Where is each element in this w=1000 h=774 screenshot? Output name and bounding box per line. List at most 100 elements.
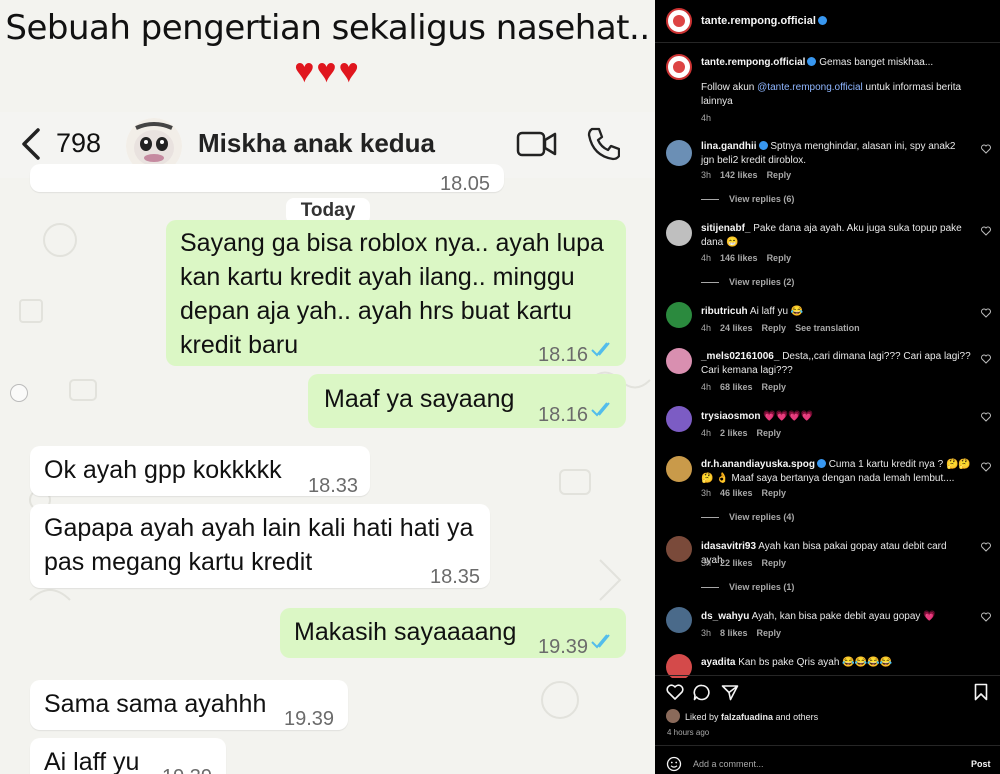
reply-button[interactable]: Reply [762,323,787,333]
comment-username[interactable]: ds_wahyu [701,611,749,622]
commenter-avatar[interactable] [666,654,692,680]
comment-meta: 4h 2 likes Reply [701,428,790,438]
age: 4h [701,382,712,392]
liked-by-user[interactable]: falzafuadina [721,712,773,722]
author-avatar[interactable] [666,54,692,80]
likes-count[interactable]: 8 likes [720,628,748,638]
comment-body: Kan bs pake Qris ayah 😂😂😂😂 [738,657,892,668]
view-replies-button[interactable]: View replies (4) [701,512,794,522]
comment-username[interactable]: lina.gandhii [701,141,757,152]
author-avatar[interactable] [666,8,692,34]
caption-username[interactable]: tante.rempong.official [701,57,805,68]
author-username[interactable]: tante.rempong.official [701,15,816,27]
message-time: 19.39 [162,760,212,774]
commenter-avatar[interactable] [666,220,692,246]
comment-username[interactable]: ayadita [701,657,735,668]
post-age: 4 hours ago [667,728,710,737]
reply-button[interactable]: Reply [762,488,787,498]
liked-by-others[interactable]: and others [773,712,819,722]
like-icon[interactable] [666,684,684,700]
commenter-avatar[interactable] [666,140,692,166]
comment-meta: 4h 146 likes Reply [701,253,800,263]
emoji-icon[interactable] [666,756,682,772]
like-heart-icon[interactable] [981,612,991,622]
comment-username[interactable]: _mels02161006_ [701,351,779,362]
likes-count[interactable]: 24 likes [720,323,753,333]
contact-name[interactable]: Miskha anak kedua [198,128,435,159]
commenter-avatar[interactable] [666,607,692,633]
view-replies-button[interactable]: View replies (6) [701,194,794,204]
likes-count[interactable]: 2 likes [720,428,748,438]
share-icon[interactable] [721,684,739,701]
comment-text: dr.h.anandiayuska.spog Cuma 1 kartu kred… [701,458,971,486]
like-heart-icon[interactable] [981,412,991,422]
age: 3h [701,628,712,638]
likes-count[interactable]: 22 likes [720,558,753,568]
message-bubble-outgoing[interactable]: Makasih sayaaaang 19.39 [280,608,626,658]
reply-button[interactable]: Reply [762,558,787,568]
commenter-avatar[interactable] [666,406,692,432]
message-time: 18.33 [308,475,359,497]
comment-username[interactable]: sitijenabf_ [701,223,750,234]
message-bubble-outgoing[interactable]: Sayang ga bisa roblox nya.. ayah lupa ka… [166,220,626,366]
comment-input[interactable]: Add a comment... [693,759,764,769]
commenter-avatar[interactable] [666,456,692,482]
reply-button[interactable]: Reply [757,628,782,638]
like-heart-icon[interactable] [981,542,991,552]
view-replies-button[interactable]: View replies (2) [701,277,794,287]
message-bubble-incoming[interactable]: Gapapa ayah ayah lain kali hati hati ya … [30,504,490,588]
reply-button[interactable]: Reply [757,428,782,438]
heart-emojis: ♥♥♥ [0,52,655,91]
message-bubble-incoming[interactable]: Ai laff yu 19.39 [30,738,226,774]
reply-button[interactable]: Reply [767,170,792,180]
save-icon[interactable] [974,683,988,701]
likes-count[interactable]: 146 likes [720,253,758,263]
commenter-avatar[interactable] [666,302,692,328]
comment-username[interactable]: idasavitri93 [701,541,756,552]
commenter-avatar[interactable] [666,536,692,562]
comment-meta: 3h 46 likes Reply [701,488,795,498]
comment-icon[interactable] [693,684,711,701]
message-time: 18.35 [430,566,481,588]
like-heart-icon[interactable] [981,354,991,364]
message-bubble-partial: 18.05 [30,164,504,192]
age: 4h [701,113,712,123]
comment-text: lina.gandhii Sptnya menghindar, alasan i… [701,140,971,168]
reply-button[interactable]: Reply [767,253,792,263]
comment-username[interactable]: dr.h.anandiayuska.spog [701,459,815,470]
view-replies-label: View replies (6) [729,194,795,204]
likes-count[interactable]: 68 likes [720,382,753,392]
heart-icon: ♥ [294,52,317,90]
comment-text: _mels02161006_ Desta,,cari dimana lagi??… [701,350,971,378]
like-heart-icon[interactable] [981,226,991,236]
likes-count[interactable]: 46 likes [720,488,753,498]
mention-link[interactable]: @tante.rempong.official [757,82,863,93]
carousel-prev-button[interactable] [10,384,28,402]
follow-prefix: Follow akun [701,82,758,93]
post-comment-button[interactable]: Post [971,759,991,769]
like-heart-icon[interactable] [981,462,991,472]
reply-button[interactable]: Reply [762,382,787,392]
age: 4h [701,253,712,263]
like-heart-icon[interactable] [981,308,991,318]
back-chevron-icon[interactable] [18,126,44,162]
message-bubble-incoming[interactable]: Sama sama ayahhh 19.39 [30,680,348,730]
message-bubble-incoming[interactable]: Ok ayah gpp kokkkkk 18.33 [30,446,370,497]
commenter-avatar[interactable] [666,348,692,374]
liker-avatar[interactable] [666,709,680,723]
comment-username[interactable]: ributricuh [701,306,748,317]
phone-call-icon[interactable] [584,125,620,161]
comment-body: Ai laff yu 😂 [749,306,804,317]
author-header: tante.rempong.official [701,15,827,27]
heart-icon: ♥ [338,52,361,90]
comment-username[interactable]: trysiaosmon [701,411,760,422]
liked-by-prefix: Liked by [685,712,722,722]
like-heart-icon[interactable] [981,144,991,154]
age: 3h [701,170,712,180]
likes-count[interactable]: 142 likes [720,170,758,180]
message-bubble-outgoing[interactable]: Maaf ya sayaang 18.16 [308,374,626,428]
view-replies-button[interactable]: View replies (1) [701,582,794,592]
heart-icon: ♥ [316,52,339,90]
video-call-icon[interactable] [516,129,558,159]
see-translation-button[interactable]: See translation [795,323,860,333]
